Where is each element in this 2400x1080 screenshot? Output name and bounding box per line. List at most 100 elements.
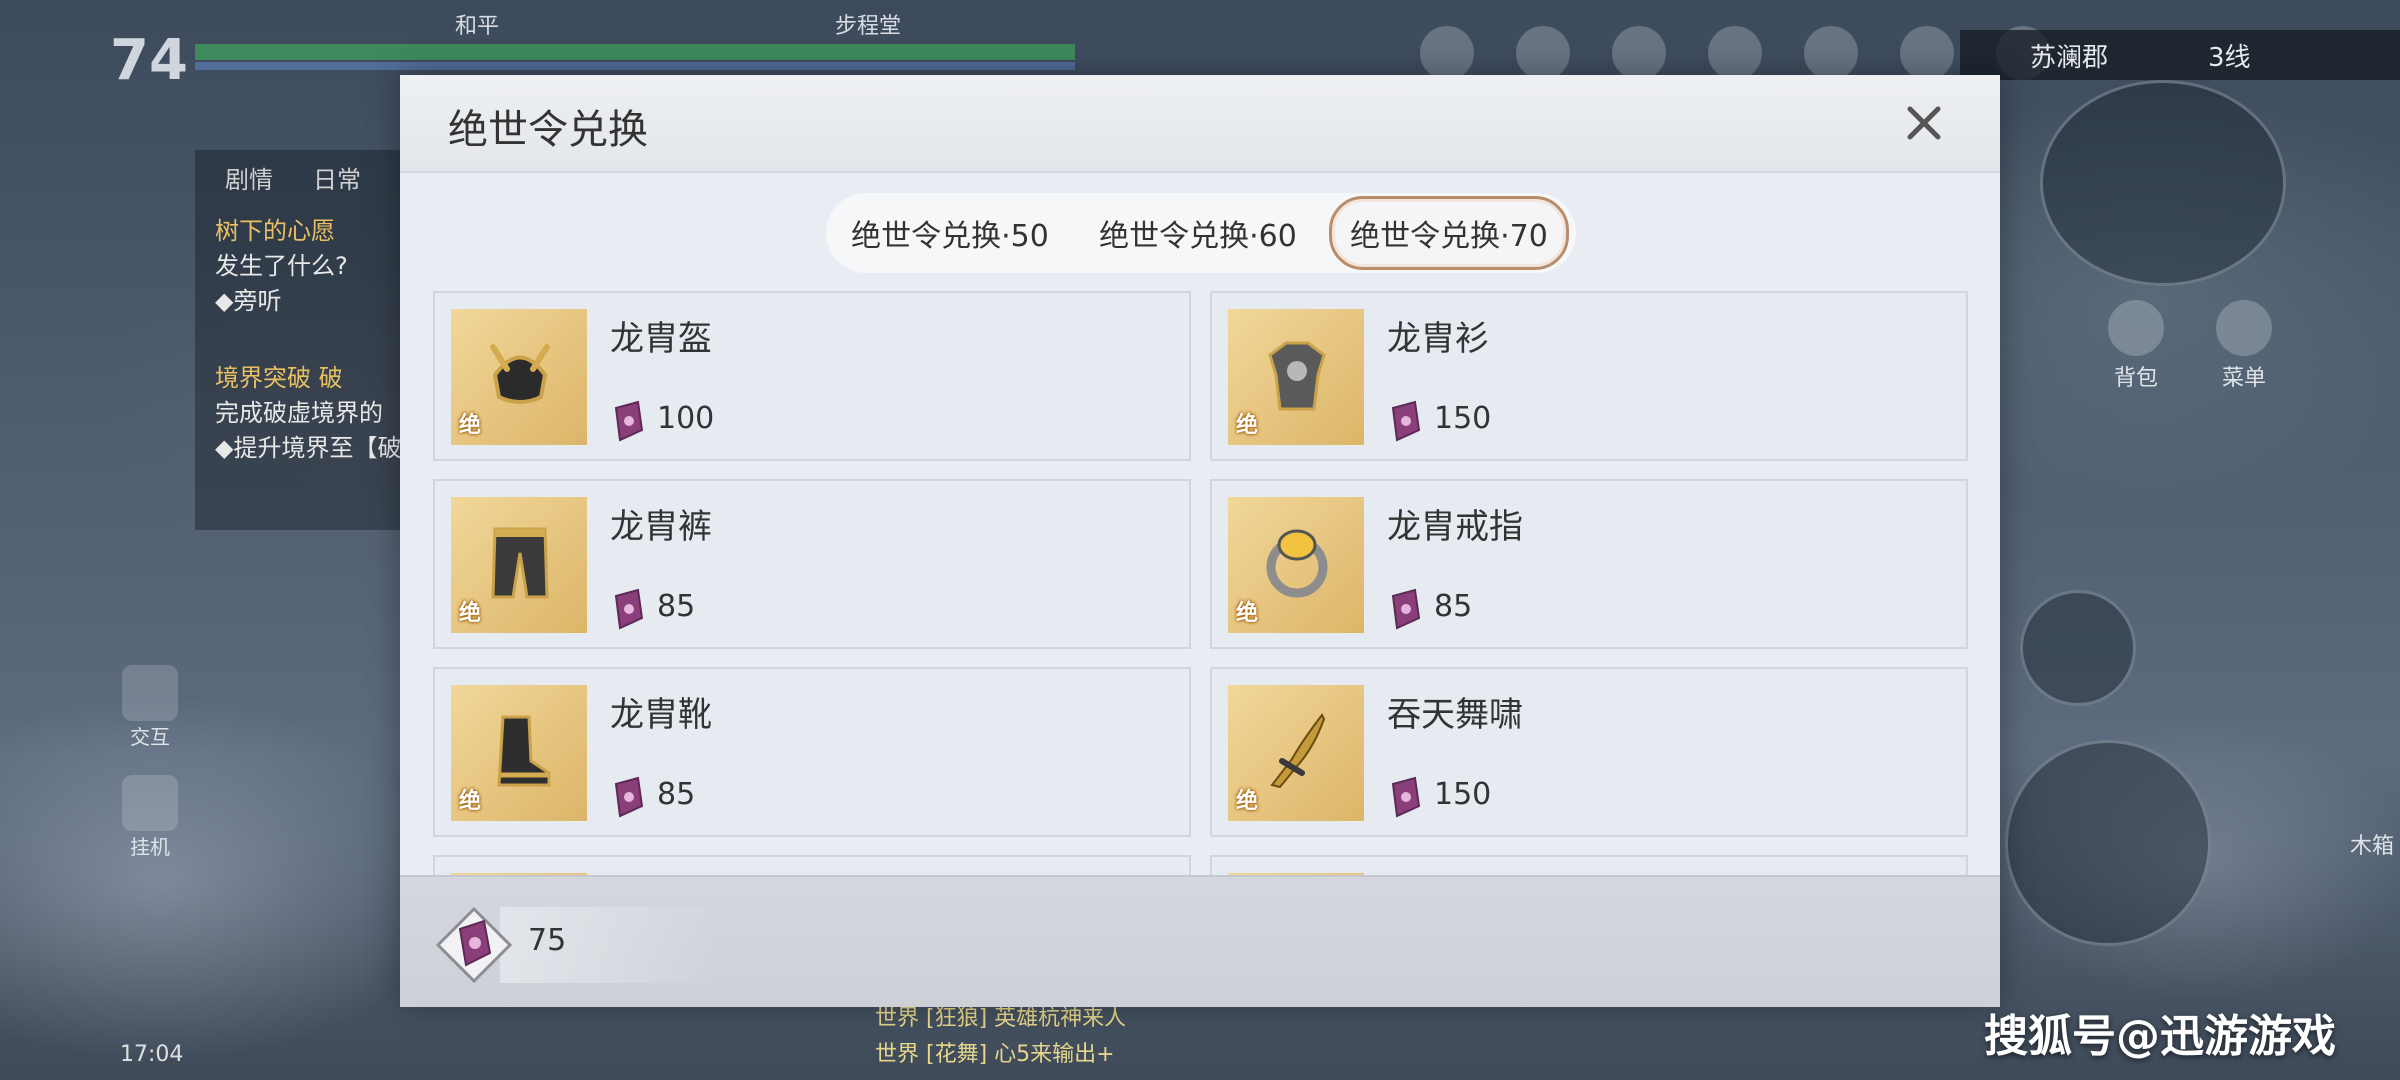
minimap[interactable] bbox=[2040, 80, 2286, 286]
tab-tier-60[interactable]: 绝世令兑换·60 bbox=[1081, 199, 1315, 267]
boots-icon bbox=[497, 715, 551, 787]
token-icon bbox=[435, 906, 513, 984]
quest-panel: 剧情 日常 树下的心愿 发生了什么? ◆旁听 境界突破 破 完成破虚境界的 ◆提… bbox=[195, 150, 425, 530]
function-icon[interactable] bbox=[1612, 26, 1666, 80]
bag-label: 背包 bbox=[2113, 366, 2158, 391]
rank-badge: 绝 bbox=[459, 413, 482, 438]
item-name: 吞天舞啸 bbox=[1387, 695, 1523, 735]
tab-tier-70[interactable]: 绝世令兑换·70 bbox=[1329, 196, 1569, 270]
server-line[interactable]: 3线 bbox=[2208, 37, 2251, 74]
function-icon[interactable] bbox=[1804, 26, 1858, 80]
rank-badge: 绝 bbox=[1236, 413, 1259, 438]
mp-bar bbox=[195, 62, 1075, 70]
function-icon[interactable] bbox=[1420, 26, 1474, 80]
pants-icon bbox=[491, 527, 549, 599]
item-card-armor[interactable]: 绝 龙胄衫 150 bbox=[1210, 291, 1968, 461]
item-thumbnail: 绝 bbox=[451, 309, 587, 445]
quest-item[interactable]: 境界突破 破 完成破虚境界的 ◆提升境界至【破 bbox=[195, 352, 425, 469]
token-icon bbox=[1391, 588, 1421, 630]
target-label-1: 和平 bbox=[455, 14, 500, 39]
clock: 17:04 bbox=[120, 1042, 183, 1067]
item-card-pants[interactable]: 绝 龙胄裤 85 bbox=[433, 479, 1191, 649]
item-card-helmet[interactable]: 绝 龙胄盔 100 bbox=[433, 291, 1191, 461]
item-card-blade[interactable]: 绝 吞天舞啸 150 bbox=[1210, 667, 1968, 837]
item-card-boots[interactable]: 绝 龙胄靴 85 bbox=[433, 667, 1191, 837]
token-icon bbox=[1391, 776, 1421, 818]
watermark: 搜狐号@迅游游戏 bbox=[1984, 1011, 2336, 1062]
token-icon bbox=[614, 776, 644, 818]
quest-sub: ◆旁听 bbox=[215, 287, 282, 315]
interact-icon bbox=[122, 665, 178, 721]
dialog-header: 绝世令兑换 bbox=[400, 75, 2000, 173]
area-name: 苏澜郡 bbox=[2030, 42, 2109, 73]
tier-tabs: 绝世令兑换·50 绝世令兑换·60 绝世令兑换·70 bbox=[826, 193, 1576, 273]
bag-button[interactable]: 背包 bbox=[2108, 300, 2164, 392]
item-thumbnail: 绝 bbox=[451, 497, 587, 633]
chat-line[interactable]: 世界 [花舞] 心5来输出+ bbox=[875, 1036, 1115, 1068]
auto-battle-label: 挂机 bbox=[130, 835, 170, 859]
ring-icon bbox=[1266, 529, 1328, 598]
token-icon bbox=[614, 588, 644, 630]
rank-badge: 绝 bbox=[459, 601, 482, 626]
time-text: 17:04 bbox=[120, 1042, 184, 1067]
item-name: 龙胄靴 bbox=[610, 695, 712, 735]
quest-title: 境界突破 破 bbox=[215, 364, 343, 392]
item-price: 85 bbox=[1434, 589, 1473, 624]
player-level: 74 bbox=[110, 28, 188, 93]
rank-badge: 绝 bbox=[1236, 601, 1259, 626]
currency-token[interactable] bbox=[434, 905, 514, 985]
item-name: 龙胄裤 bbox=[610, 507, 712, 547]
menu-icon bbox=[2216, 300, 2272, 356]
tab-tier-50[interactable]: 绝世令兑换·50 bbox=[833, 199, 1067, 267]
function-icon[interactable] bbox=[1516, 26, 1570, 80]
close-button[interactable] bbox=[1896, 95, 1952, 151]
auto-battle-button[interactable]: 挂机 bbox=[120, 775, 180, 860]
quest-desc: 发生了什么? bbox=[215, 252, 348, 280]
item-price: 85 bbox=[657, 589, 696, 624]
quest-tab-story[interactable]: 剧情 bbox=[225, 160, 273, 195]
token-icon bbox=[1391, 400, 1421, 442]
rank-badge: 绝 bbox=[1236, 789, 1259, 814]
quest-item[interactable]: 树下的心愿 发生了什么? ◆旁听 bbox=[195, 205, 425, 322]
item-name: 龙胄盔 bbox=[610, 319, 712, 359]
close-icon bbox=[1907, 106, 1941, 140]
item-thumbnail: 绝 bbox=[1228, 685, 1364, 821]
dialog-title: 绝世令兑换 bbox=[448, 107, 648, 153]
side-text: 木箱 bbox=[2350, 834, 2395, 859]
function-icon[interactable] bbox=[1900, 26, 1954, 80]
bag-icon bbox=[2108, 300, 2164, 356]
blade-icon bbox=[1270, 713, 1326, 789]
item-thumbnail: 绝 bbox=[451, 685, 587, 821]
quest-desc: 完成破虚境界的 bbox=[215, 399, 383, 427]
helmet-icon bbox=[490, 344, 550, 404]
target-label-2: 步程堂 bbox=[835, 14, 902, 39]
quest-tab-daily[interactable]: 日常 bbox=[313, 160, 361, 195]
item-name: 龙胄衫 bbox=[1387, 319, 1489, 359]
item-price: 150 bbox=[1434, 777, 1492, 812]
interact-button[interactable]: 交互 bbox=[120, 665, 180, 750]
currency-footer: 75 bbox=[400, 875, 2000, 1007]
menu-label: 菜单 bbox=[2221, 366, 2266, 391]
auto-icon bbox=[122, 775, 178, 831]
top-function-icons bbox=[1420, 26, 2050, 80]
item-card-ring[interactable]: 绝 龙胄戒指 85 bbox=[1210, 479, 1968, 649]
item-price: 100 bbox=[657, 401, 715, 436]
hp-bar bbox=[195, 44, 1075, 60]
quest-sub: ◆提升境界至【破 bbox=[215, 434, 402, 462]
currency-count: 75 bbox=[528, 923, 567, 958]
interact-label: 交互 bbox=[130, 725, 170, 749]
item-price: 85 bbox=[657, 777, 696, 812]
item-thumbnail: 绝 bbox=[1228, 309, 1364, 445]
exchange-dialog: 绝世令兑换 绝世令兑换·50 绝世令兑换·60 绝世令兑换·70 绝 龙胄盔 1… bbox=[400, 75, 2000, 1007]
function-icon[interactable] bbox=[1708, 26, 1762, 80]
item-thumbnail: 绝 bbox=[1228, 497, 1364, 633]
attack-button[interactable] bbox=[2005, 740, 2211, 946]
location-bar[interactable]: 苏澜郡 3线 bbox=[1960, 30, 2400, 80]
item-price: 150 bbox=[1434, 401, 1492, 436]
item-grid: 绝 龙胄盔 100 绝 龙胄衫 150 绝 龙胄裤 85 绝 龙胄戒指 85 绝… bbox=[433, 291, 1968, 949]
armor-icon bbox=[1268, 341, 1326, 411]
token-icon bbox=[614, 400, 644, 442]
menu-button[interactable]: 菜单 bbox=[2216, 300, 2272, 392]
team-button[interactable] bbox=[2020, 590, 2136, 706]
item-name: 龙胄戒指 bbox=[1387, 507, 1523, 547]
